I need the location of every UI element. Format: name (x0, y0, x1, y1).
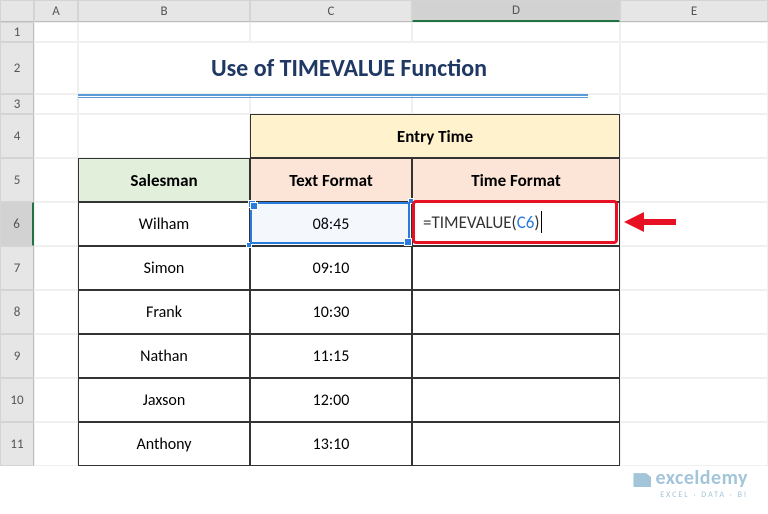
cell-B4[interactable] (78, 114, 250, 158)
cell-A2[interactable] (34, 42, 78, 94)
row-header-6[interactable]: 6 (0, 202, 34, 246)
cell-A10[interactable] (34, 378, 78, 422)
formula-equals: = (423, 212, 431, 233)
row-header-10[interactable]: 10 (0, 378, 34, 422)
cell-E11[interactable] (620, 422, 768, 466)
cell-B8[interactable]: Frank (78, 290, 250, 334)
row-header-11[interactable]: 11 (0, 422, 34, 466)
row-header-3[interactable]: 3 (0, 94, 34, 114)
row-header-7[interactable]: 7 (0, 246, 34, 290)
col-header-E[interactable]: E (620, 0, 768, 22)
exceldemy-logo-icon (633, 473, 651, 487)
cell-A11[interactable] (34, 422, 78, 466)
cell-B7[interactable]: Simon (78, 246, 250, 290)
cell-A1[interactable] (34, 22, 78, 42)
title-cell[interactable]: Use of TIMEVALUE Function (78, 42, 620, 94)
formula-edit-cell[interactable]: =TIMEVALUE(C6) (412, 200, 618, 244)
cell-E7[interactable] (620, 246, 768, 290)
row-header-8[interactable]: 8 (0, 290, 34, 334)
cell-B1[interactable] (78, 22, 250, 42)
row-header-2[interactable]: 2 (0, 42, 34, 94)
watermark: exceldemy EXCEL · DATA · BI (633, 466, 748, 500)
row-header-5[interactable]: 5 (0, 158, 34, 202)
cell-E10[interactable] (620, 378, 768, 422)
cell-C10[interactable]: 12:00 (250, 378, 412, 422)
cell-A8[interactable] (34, 290, 78, 334)
cell-C1[interactable] (250, 22, 412, 42)
col-header-B[interactable]: B (78, 0, 250, 22)
watermark-brand: exceldemy (655, 466, 748, 490)
formula-ref: C6 (517, 212, 535, 233)
row-header-9[interactable]: 9 (0, 334, 34, 378)
cell-E2[interactable] (620, 42, 768, 94)
cell-D10[interactable] (412, 378, 620, 422)
cell-D9[interactable] (412, 334, 620, 378)
cell-C9[interactable]: 11:15 (250, 334, 412, 378)
header-entry-time[interactable]: Entry Time (250, 114, 620, 158)
cell-E5[interactable] (620, 158, 768, 202)
header-time-format[interactable]: Time Format (412, 158, 620, 202)
cell-A6[interactable] (34, 202, 78, 246)
cell-B6[interactable]: Wilham (78, 202, 250, 246)
cell-A3[interactable] (34, 94, 78, 114)
cell-E9[interactable] (620, 334, 768, 378)
cell-B9[interactable]: Nathan (78, 334, 250, 378)
cell-A5[interactable] (34, 158, 78, 202)
header-text-format[interactable]: Text Format (250, 158, 412, 202)
title-underline (78, 94, 588, 98)
cell-D11[interactable] (412, 422, 620, 466)
cell-E4[interactable] (620, 114, 768, 158)
cell-B10[interactable]: Jaxson (78, 378, 250, 422)
text-cursor (541, 211, 542, 233)
cell-A9[interactable] (34, 334, 78, 378)
cell-E3[interactable] (620, 94, 768, 114)
cell-C7[interactable]: 09:10 (250, 246, 412, 290)
cell-D7[interactable] (412, 246, 620, 290)
cell-A7[interactable] (34, 246, 78, 290)
cell-E1[interactable] (620, 22, 768, 42)
cell-B11[interactable]: Anthony (78, 422, 250, 466)
cell-reference-handles (250, 202, 410, 244)
cell-D1[interactable] (412, 22, 620, 42)
cell-A4[interactable] (34, 114, 78, 158)
row-header-4[interactable]: 4 (0, 114, 34, 158)
watermark-tagline: EXCEL · DATA · BI (633, 490, 748, 500)
col-header-D[interactable]: D (412, 0, 620, 22)
formula-function: TIMEVALUE( (431, 212, 516, 233)
cell-C11[interactable]: 13:10 (250, 422, 412, 466)
col-header-C[interactable]: C (250, 0, 412, 22)
col-header-A[interactable]: A (34, 0, 78, 22)
formula-close: ) (534, 212, 539, 233)
header-salesman[interactable]: Salesman (78, 158, 250, 202)
cell-C8[interactable]: 10:30 (250, 290, 412, 334)
cell-D8[interactable] (412, 290, 620, 334)
select-all-corner[interactable] (0, 0, 34, 22)
row-header-1[interactable]: 1 (0, 22, 34, 42)
cell-E8[interactable] (620, 290, 768, 334)
